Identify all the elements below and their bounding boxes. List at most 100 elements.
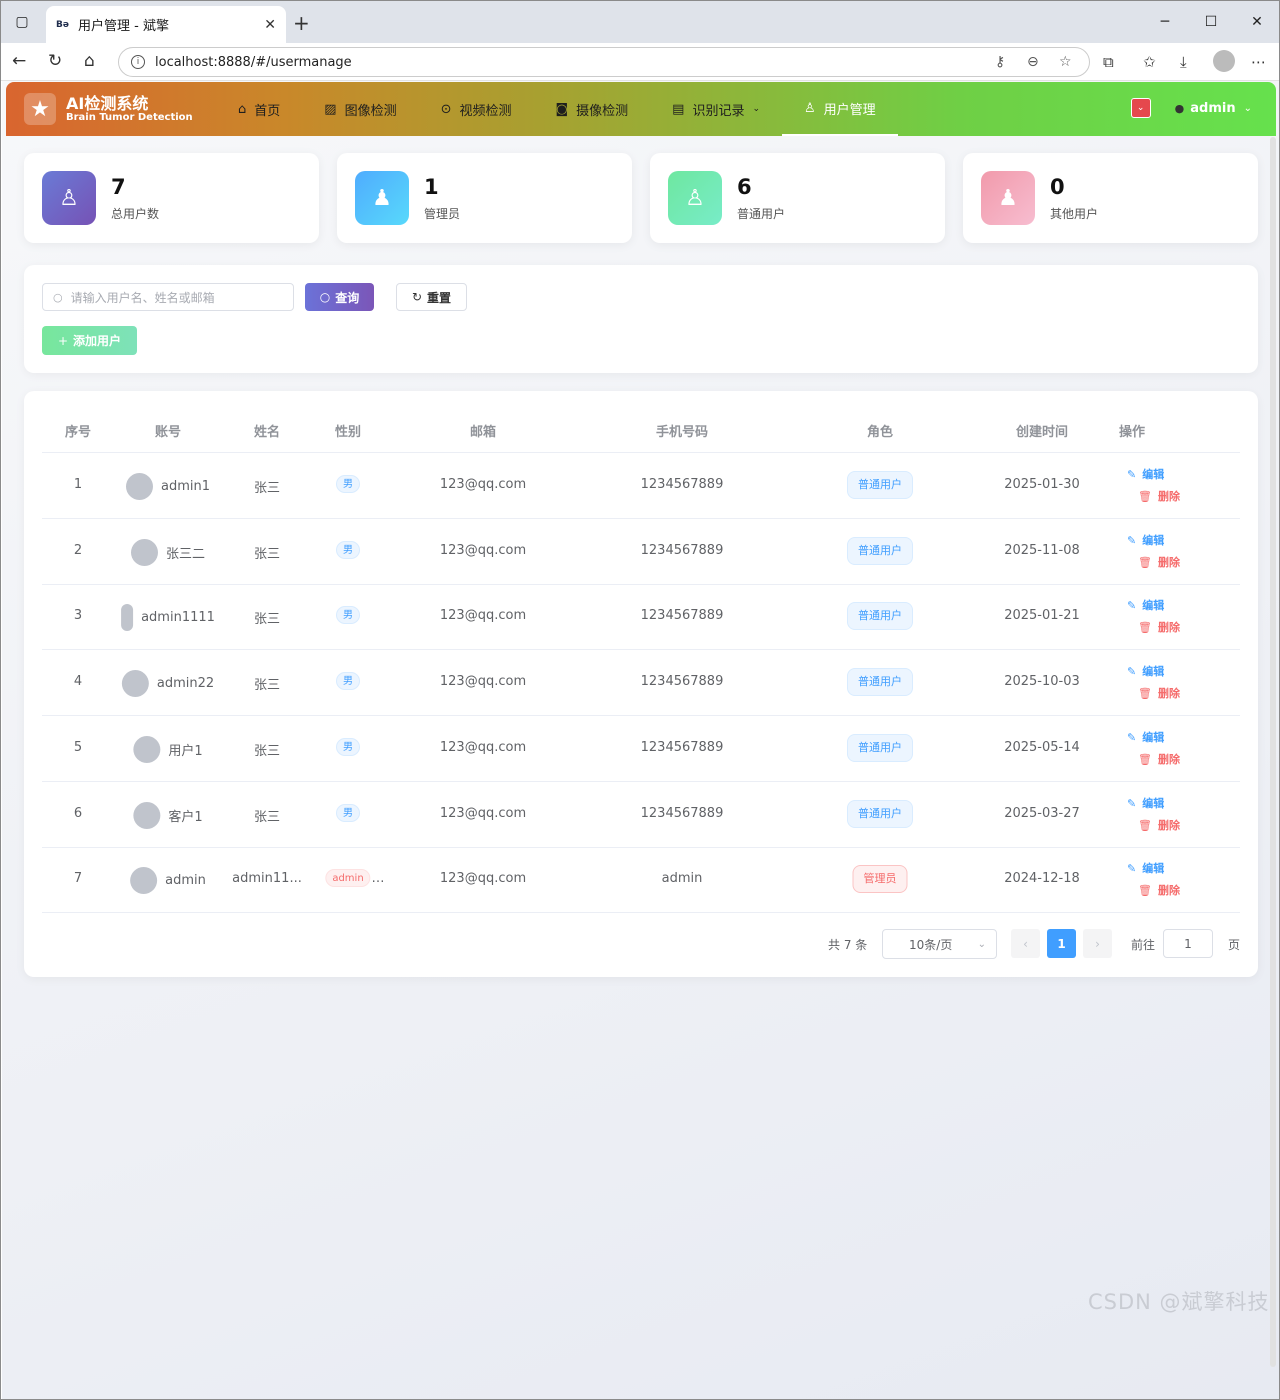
extensions-icon[interactable]: ⧉ (1103, 53, 1114, 71)
cell-account: admin22 (121, 670, 215, 698)
brand[interactable]: ★ AI检测系统 Brain Tumor Detection (24, 93, 193, 125)
col-actions: 操作 (1118, 425, 1146, 440)
delete-button[interactable]: 🗑 删除 (1138, 817, 1180, 833)
menu-item-home[interactable]: ⌂ 首页 (216, 82, 302, 136)
page-number-button[interactable]: 1 (1047, 929, 1076, 958)
account-name: 客户1 (168, 809, 203, 825)
menu-item-user-manage[interactable]: ♙ 用户管理 (782, 82, 898, 136)
prev-page-button[interactable]: ‹ (1011, 929, 1040, 958)
cell-email: 123@qq.com (439, 542, 527, 558)
browser-tab[interactable]: Bə 用户管理 - 斌擎 ✕ (46, 6, 286, 43)
col-index: 序号 (64, 425, 92, 440)
new-tab-icon[interactable]: + (293, 11, 310, 35)
menu-item-image-detect[interactable]: ▨ 图像检测 (302, 82, 418, 136)
cell-phone: 1234567889 (640, 477, 724, 492)
avatar (121, 670, 149, 698)
url-text: localhost:8888/#/usermanage (155, 54, 352, 70)
menu-item-video-detect[interactable]: ⊙ 视频检测 (419, 82, 534, 136)
favorite-star-icon[interactable]: ☆ (1059, 54, 1072, 70)
edit-button[interactable]: ✎ 编辑 (1127, 663, 1180, 679)
chevron-down-icon: ⌄ (977, 938, 986, 950)
col-role: 角色 (866, 425, 894, 440)
image-icon: ▨ (324, 101, 337, 117)
top-navbar: ★ AI检测系统 Brain Tumor Detection ⌂ 首页 ▨ 图像检测… (6, 82, 1276, 136)
page-scrollbar[interactable] (1270, 137, 1276, 1367)
role-badge: 管理员 (852, 865, 908, 894)
menu-item-records[interactable]: ▤ 识别记录 ⌄ (650, 82, 782, 136)
url-bar[interactable]: i localhost:8888/#/usermanage ⚷ ⊖ ☆ (118, 47, 1090, 77)
cell-name: 张三 (253, 612, 281, 628)
watermark: CSDN @斌擎科技 (1088, 1290, 1270, 1314)
goto-page-input[interactable]: 1 (1163, 929, 1213, 958)
edit-icon: ✎ (1127, 599, 1137, 613)
delete-button[interactable]: 🗑 删除 (1138, 488, 1180, 504)
user-icon: ♙ (804, 100, 816, 116)
cell-index: 2 (73, 542, 83, 558)
col-created: 创建时间 (1015, 425, 1069, 440)
pagination-total: 共 7 条 (828, 938, 868, 952)
zoom-icon[interactable]: ⊖ (1027, 54, 1039, 70)
user-dropdown[interactable]: ● admin ⌄ (1175, 101, 1252, 116)
stat-card-normal: ♙ 6 普通用户 (650, 153, 945, 243)
favorites-icon[interactable]: ✩ (1143, 53, 1156, 71)
gender-tag: 男 (336, 672, 360, 691)
site-info-icon[interactable]: i (131, 55, 145, 69)
edit-button[interactable]: ✎ 编辑 (1127, 860, 1180, 876)
edit-button[interactable]: ✎ 编辑 (1127, 729, 1180, 745)
page-size-select[interactable]: 10条/页 ⌄ (882, 929, 997, 959)
goto-suffix: 页 (1228, 938, 1241, 952)
edit-label: 编辑 (1142, 665, 1165, 679)
row-actions: ✎ 编辑 🗑 删除 (1127, 860, 1180, 898)
notification-icon[interactable]: ⌄ (1130, 98, 1151, 118)
minimize-icon[interactable]: ─ (1154, 11, 1176, 33)
search-input[interactable]: ○ 请输入用户名、姓名或邮箱 (42, 283, 294, 311)
home-browser-icon[interactable]: ⌂ (84, 51, 95, 71)
key-icon[interactable]: ⚷ (995, 54, 1005, 70)
menu-item-camera-detect[interactable]: ◙ 摄像检测 (534, 82, 651, 136)
edit-button[interactable]: ✎ 编辑 (1127, 795, 1180, 811)
edit-button[interactable]: ✎ 编辑 (1127, 466, 1180, 482)
gender-tag: 男 (336, 803, 360, 822)
more-icon[interactable]: ⋯ (1251, 53, 1266, 71)
edit-label: 编辑 (1142, 468, 1165, 481)
close-tab-icon[interactable]: ✕ (264, 17, 276, 33)
stat-card-other: ♟ 0 其他用户 (963, 153, 1258, 243)
maximize-icon[interactable]: ☐ (1200, 11, 1222, 33)
delete-label: 删除 (1157, 687, 1180, 701)
row-actions: ✎ 编辑 🗑 删除 (1127, 729, 1180, 767)
downloads-icon[interactable]: ⤓ (1180, 53, 1187, 71)
cell-phone: 1234567889 (640, 542, 724, 558)
cell-created: 2025-01-21 (1004, 608, 1080, 624)
delete-button[interactable]: 🗑 删除 (1138, 751, 1180, 767)
brand-subtitle: Brain Tumor Detection (66, 112, 193, 123)
role-badge: 普通用户 (847, 471, 913, 499)
delete-button[interactable]: 🗑 删除 (1138, 685, 1180, 701)
edit-button[interactable]: ✎ 编辑 (1127, 597, 1180, 613)
cell-phone: 1234567889 (640, 674, 724, 690)
edit-icon: ✎ (1127, 533, 1137, 547)
reset-button[interactable]: ↻ 重置 (396, 283, 467, 311)
tab-actions-icon[interactable]: ▢ (11, 11, 33, 33)
delete-label: 删除 (1157, 884, 1180, 898)
cell-created: 2025-01-30 (1004, 477, 1080, 492)
delete-button[interactable]: 🗑 删除 (1138, 882, 1180, 898)
role-badge: 普通用户 (847, 799, 913, 828)
delete-button[interactable]: 🗑 删除 (1138, 619, 1180, 635)
delete-button[interactable]: 🗑 删除 (1138, 554, 1180, 570)
gender-tag: admin (325, 869, 371, 888)
query-button[interactable]: ○ 查询 (305, 283, 374, 311)
cell-name: 张三 (253, 809, 281, 825)
next-page-button[interactable]: › (1083, 929, 1112, 958)
cell-phone: admin (661, 871, 703, 887)
avatar (133, 735, 161, 763)
cell-email: 123@qq.com (439, 477, 527, 492)
account-name: admin22 (156, 676, 215, 692)
refresh-icon[interactable]: ↻ (48, 51, 62, 71)
profile-avatar[interactable] (1213, 50, 1235, 72)
edit-button[interactable]: ✎ 编辑 (1127, 532, 1180, 548)
delete-label: 删除 (1157, 752, 1180, 766)
add-user-button[interactable]: + 添加用户 (42, 326, 137, 355)
back-icon[interactable]: ← (12, 51, 26, 71)
plus-icon: + (57, 333, 69, 348)
close-window-icon[interactable]: ✕ (1246, 11, 1268, 33)
